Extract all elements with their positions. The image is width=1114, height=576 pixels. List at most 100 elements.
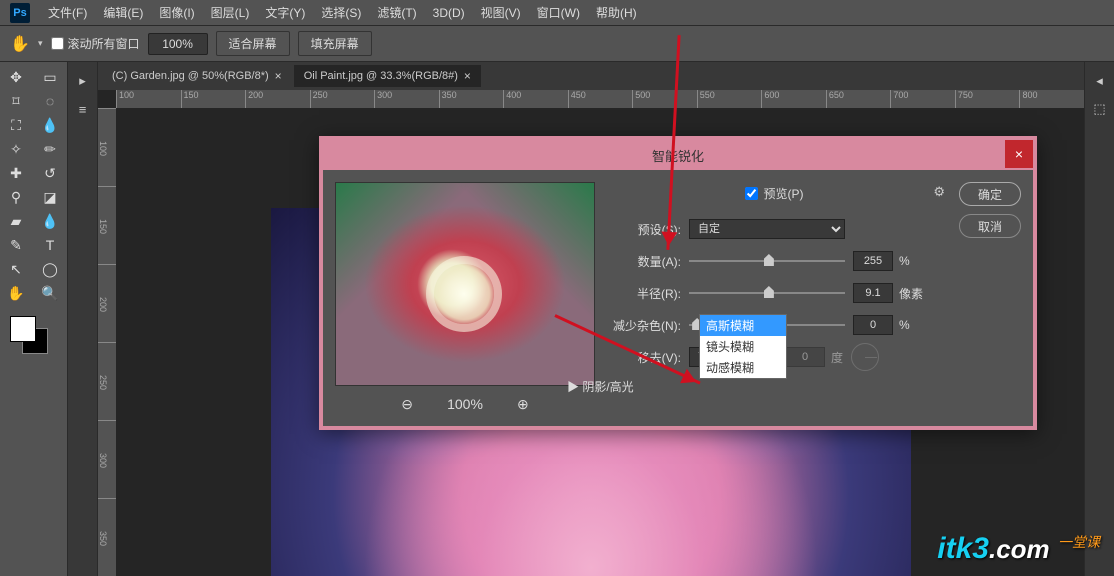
zoom-in-icon[interactable]: ⊕ (513, 394, 533, 414)
preset-select[interactable]: 自定 (689, 219, 845, 239)
document-tabs: (C) Garden.jpg @ 50%(RGB/8*) × Oil Paint… (98, 62, 1084, 90)
zoom-field[interactable]: 100% (148, 33, 208, 55)
ps-logo: Ps (10, 3, 30, 23)
shadow-highlight-expander[interactable]: ▶ 阴影/高光 (567, 378, 941, 395)
watermark-ext: .com (989, 534, 1050, 564)
menu-view[interactable]: 视图(V) (473, 4, 529, 21)
fill-screen-button[interactable]: 填充屏幕 (298, 31, 372, 56)
menu-image[interactable]: 图像(I) (151, 4, 202, 21)
scroll-all-windows-checkbox[interactable]: 滚动所有窗口 (51, 35, 140, 52)
stamp-tool-icon[interactable]: ⚲ (2, 186, 30, 208)
button-column: ⚙ 确定 取消 (953, 182, 1021, 414)
doc-tab-garden[interactable]: (C) Garden.jpg @ 50%(RGB/8*) × (102, 65, 292, 87)
dd-item-gaussian[interactable]: 高斯模糊 (700, 315, 786, 336)
eraser-tool-icon[interactable]: ◪ (36, 186, 64, 208)
close-button[interactable]: × (1005, 140, 1033, 168)
amount-field[interactable] (853, 251, 893, 271)
panel-collapse-icon[interactable]: ◂ (1089, 70, 1111, 92)
brush-tool-icon[interactable]: ✏ (36, 138, 64, 160)
pen-tool-icon[interactable]: ✎ (2, 234, 30, 256)
move-tool-icon[interactable]: ✥ (2, 66, 30, 88)
type-tool-icon[interactable]: T (36, 234, 64, 256)
marquee-tool-icon[interactable]: ▭ (36, 66, 64, 88)
tab-label: (C) Garden.jpg @ 50%(RGB/8*) (112, 70, 269, 82)
controls-column: 预览(P) 预设(S): 自定 数量(A): % 半径(R): 像素 (607, 182, 941, 414)
menu-3d[interactable]: 3D(D) (425, 6, 473, 20)
amount-label: 数量(A): (607, 253, 689, 270)
menubar: Ps 文件(F) 编辑(E) 图像(I) 图层(L) 文字(Y) 选择(S) 滤… (0, 0, 1114, 26)
menu-type[interactable]: 文字(Y) (257, 4, 313, 21)
cancel-button[interactable]: 取消 (959, 214, 1021, 238)
horizontal-ruler: 100 150 200 250 300 350 400 450 500 550 … (116, 90, 1084, 108)
heal-tool-icon[interactable]: ✚ (2, 162, 30, 184)
toolbox: ✥ ⌑ ⛶ ✧ ✚ ⚲ ▰ ✎ ↖ ✋ ▭ ◌ 💧 ✏ ↺ ◪ 💧 T ◯ 🔍 (0, 62, 68, 576)
watermark-cn: 一堂课 (1058, 534, 1100, 550)
preview-checkbox-label: 预览(P) (764, 185, 804, 202)
noise-unit: % (899, 318, 910, 332)
hand-tool-icon[interactable]: ✋ (10, 34, 30, 54)
menu-layer[interactable]: 图层(L) (203, 4, 258, 21)
menu-window[interactable]: 窗口(W) (529, 4, 588, 21)
menu-help[interactable]: 帮助(H) (588, 4, 645, 21)
hand-tool-icon[interactable]: ✋ (2, 282, 30, 304)
dialog-title-text: 智能锐化 (652, 146, 704, 165)
radius-field[interactable] (853, 283, 893, 303)
zoom-tool-icon[interactable]: 🔍 (36, 282, 64, 304)
noise-label: 减少杂色(N): (607, 317, 689, 334)
preview-column: ⊖ 100% ⊕ (335, 182, 595, 414)
radius-slider[interactable] (689, 292, 845, 294)
dd-item-lens[interactable]: 镜头模糊 (700, 336, 786, 357)
remove-dropdown: 高斯模糊 镜头模糊 动感模糊 (699, 314, 787, 379)
remove-label: 移去(V): (607, 349, 689, 366)
history-brush-icon[interactable]: ↺ (36, 162, 64, 184)
wand-tool-icon[interactable]: ✧ (2, 138, 30, 160)
quicksel-tool-icon[interactable]: ◌ (36, 90, 64, 112)
noise-field[interactable] (853, 315, 893, 335)
smart-sharpen-dialog: 智能锐化 × ⊖ 100% ⊕ 预览(P) 预设(S): 自定 数 (319, 136, 1037, 430)
history-panel-icon[interactable]: ≡ (72, 98, 94, 120)
angle-field (785, 347, 825, 367)
angle-dial (851, 343, 879, 371)
menu-edit[interactable]: 编辑(E) (95, 4, 151, 21)
fg-color-swatch[interactable] (10, 316, 36, 342)
zoom-percent: 100% (447, 396, 483, 412)
close-icon[interactable]: × (464, 69, 471, 83)
scroll-all-label: 滚动所有窗口 (68, 35, 140, 52)
dropdown-icon[interactable]: ▾ (38, 38, 43, 49)
vertical-ruler: 100 150 200 250 300 350 (98, 108, 116, 576)
panel-collapse-icon[interactable]: ▸ (72, 70, 94, 92)
left-panel-strip: ▸ ≡ (68, 62, 98, 576)
blur-tool-icon[interactable]: 💧 (36, 210, 64, 232)
crop-tool-icon[interactable]: ⛶ (2, 114, 30, 136)
right-panel-strip: ◂ ⬚ (1084, 62, 1114, 576)
radius-unit: 像素 (899, 285, 923, 302)
ok-button[interactable]: 确定 (959, 182, 1021, 206)
doc-tab-oilpaint[interactable]: Oil Paint.jpg @ 33.3%(RGB/8#) × (294, 65, 481, 87)
path-tool-icon[interactable]: ↖ (2, 258, 30, 280)
fit-screen-button[interactable]: 适合屏幕 (216, 31, 290, 56)
preview-checkbox[interactable] (745, 187, 758, 200)
radius-label: 半径(R): (607, 285, 689, 302)
tab-label: Oil Paint.jpg @ 33.3%(RGB/8#) (304, 70, 458, 82)
eyedropper-tool-icon[interactable]: 💧 (36, 114, 64, 136)
3d-panel-icon[interactable]: ⬚ (1089, 98, 1111, 120)
zoom-out-icon[interactable]: ⊖ (397, 394, 417, 414)
optionbar: ✋ ▾ 滚动所有窗口 100% 适合屏幕 填充屏幕 (0, 26, 1114, 62)
dd-item-motion[interactable]: 动感模糊 (700, 357, 786, 378)
amount-unit: % (899, 254, 910, 268)
watermark-name: itk3 (937, 532, 989, 565)
menu-filter[interactable]: 滤镜(T) (369, 4, 424, 21)
shape-tool-icon[interactable]: ◯ (36, 258, 64, 280)
angle-unit: 度 (831, 349, 843, 366)
preview-image[interactable] (335, 182, 595, 386)
menu-file[interactable]: 文件(F) (40, 4, 95, 21)
color-swatches[interactable] (2, 316, 52, 366)
lasso-tool-icon[interactable]: ⌑ (2, 90, 30, 112)
gradient-tool-icon[interactable]: ▰ (2, 210, 30, 232)
menu-select[interactable]: 选择(S) (313, 4, 369, 21)
close-icon[interactable]: × (275, 69, 282, 83)
amount-slider[interactable] (689, 260, 845, 262)
preset-label: 预设(S): (607, 221, 689, 238)
dialog-titlebar[interactable]: 智能锐化 × (323, 140, 1033, 170)
watermark: itk3.com 一堂课 (937, 532, 1100, 566)
